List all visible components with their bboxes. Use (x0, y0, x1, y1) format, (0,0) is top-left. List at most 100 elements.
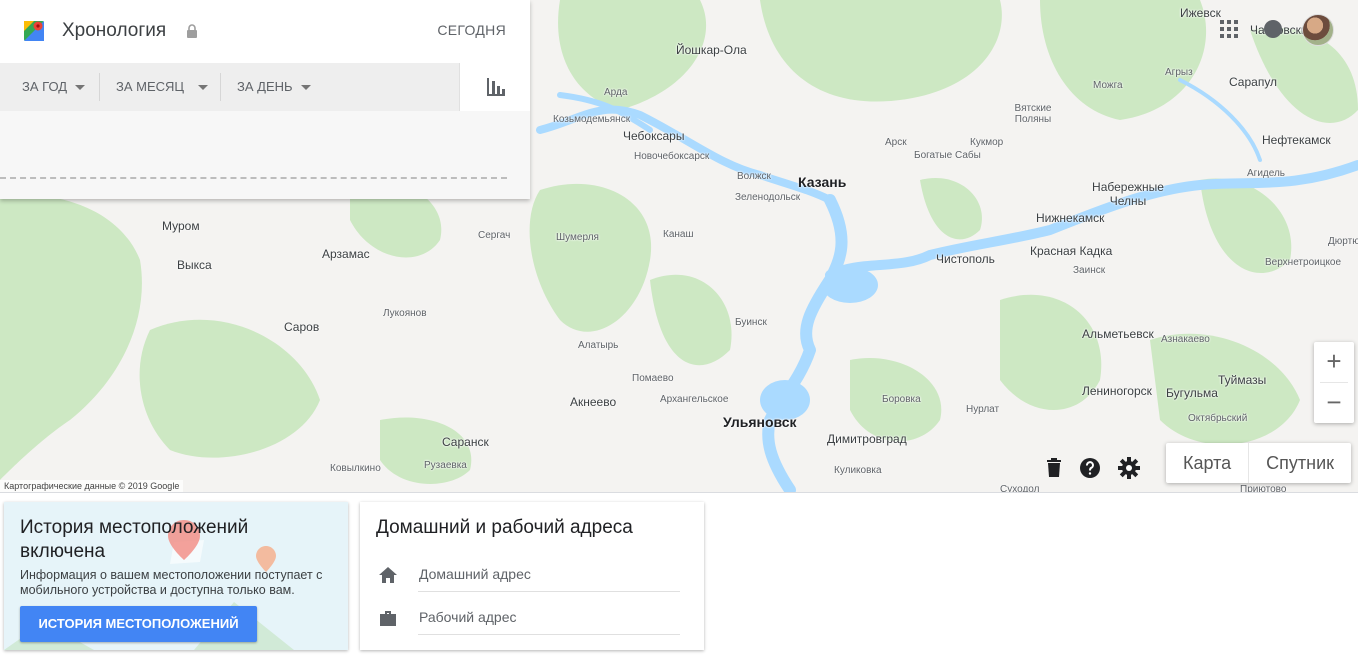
city-label: Лукоянов (383, 308, 427, 319)
city-label: Казань (798, 174, 847, 190)
city-label: Ковылкино (330, 463, 381, 474)
city-label: Сарапул (1229, 75, 1278, 89)
map-type-satellite-button[interactable]: Спутник (1248, 443, 1351, 483)
city-label: Азнакаево (1161, 334, 1210, 345)
zoom-out-button[interactable]: − (1314, 383, 1354, 423)
city-label: Дюртю (1328, 236, 1358, 247)
city-label: Лениногорск (1082, 384, 1152, 398)
city-label: Бугульма (1166, 386, 1218, 400)
city-label: Димитровград (827, 432, 907, 446)
city-label: Саранск (442, 435, 489, 449)
settings-icon[interactable] (1117, 456, 1141, 480)
history-card-title: История местоположений включена (20, 517, 249, 562)
chevron-down-icon (300, 85, 311, 91)
apps-grid-icon[interactable] (1220, 20, 1238, 38)
city-label: Нефтекамск (1262, 133, 1331, 147)
divider (418, 591, 680, 592)
panel-header: Хронология СЕГОДНЯ (0, 0, 530, 63)
city-label: Арзамас (322, 247, 370, 261)
city-label: Рузаевка (424, 460, 467, 471)
city-label: Агидель (1247, 168, 1286, 179)
city-label: Приютово (1240, 484, 1287, 492)
zoom-in-button[interactable]: + (1314, 342, 1354, 382)
date-filters: ЗА ГОД ЗА МЕСЯЦ ЗА ДЕНЬ (0, 63, 459, 111)
city-label: Вятские Поляны (1014, 103, 1052, 125)
map-type-map-button[interactable]: Карта (1166, 443, 1248, 483)
city-label: Ижевск (1180, 6, 1221, 20)
lock-icon (187, 24, 197, 38)
month-filter[interactable]: ЗА МЕСЯЦ (116, 79, 209, 94)
timeline-baseline (0, 177, 507, 179)
zoom-control: + − (1314, 342, 1354, 423)
help-icon[interactable] (1078, 456, 1102, 480)
location-history-button[interactable]: ИСТОРИЯ МЕСТОПОЛОЖЕНИЙ (20, 606, 257, 642)
year-filter[interactable]: ЗА ГОД (22, 79, 86, 94)
city-label: Выкса (177, 258, 212, 272)
city-label: Алатырь (578, 340, 619, 351)
work-address-label: Рабочий адрес (419, 609, 517, 625)
work-address-row[interactable]: Рабочий адрес (360, 598, 704, 638)
maps-logo-icon (24, 21, 44, 41)
city-label: Канаш (663, 229, 694, 240)
city-label: Заинск (1073, 265, 1106, 276)
bar-chart-icon (487, 78, 505, 96)
chevron-down-icon (75, 85, 86, 91)
location-history-card: История местоположений включена Информац… (4, 502, 348, 650)
map-attribution: Картографические данные © 2019 Google (0, 480, 184, 492)
city-label: Козьмодемьянск (553, 114, 631, 125)
city-label: Богатые Сабы (914, 150, 981, 161)
today-button[interactable]: СЕГОДНЯ (437, 22, 506, 38)
city-label: Зеленодольск (735, 192, 801, 203)
city-label: Куликовка (834, 465, 882, 476)
divider (220, 73, 221, 101)
city-label: Нурлат (966, 404, 1000, 415)
addresses-card: Домашний и рабочий адреса Домашний адрес… (360, 502, 704, 650)
avatar[interactable] (1302, 14, 1334, 46)
month-filter-label: ЗА МЕСЯЦ (116, 79, 185, 94)
city-label: Альметьевск (1082, 327, 1154, 341)
home-icon (379, 567, 397, 583)
history-card-text: Информация о вашем местоположении поступ… (20, 568, 323, 597)
chart-toggle-button[interactable] (459, 63, 530, 111)
city-label: Верхнетроицкое (1265, 257, 1342, 268)
trash-icon[interactable] (1042, 456, 1066, 480)
city-label: Новочебоксарск (634, 151, 710, 162)
city-label: Набережные Челны (1092, 180, 1164, 208)
city-label: Йошкар-Ола (676, 43, 747, 57)
city-label: Можга (1093, 80, 1123, 91)
divider (418, 634, 680, 635)
city-label: Чистополь (936, 252, 995, 266)
city-label: Нижнекамск (1036, 211, 1105, 225)
city-label: Акнеево (570, 395, 617, 409)
timeline-chart-area (0, 111, 530, 199)
city-label: Арда (604, 87, 628, 98)
city-label: Арск (885, 137, 907, 148)
bottom-panel: История местоположений включена Информац… (0, 492, 1358, 656)
city-label: Буинск (735, 317, 767, 328)
city-label: Шумерля (556, 232, 599, 243)
city-label: Кукмор (970, 137, 1004, 148)
home-address-label: Домашний адрес (419, 566, 531, 582)
account-icon[interactable] (1264, 20, 1282, 38)
day-filter[interactable]: ЗА ДЕНЬ (237, 79, 311, 94)
city-label: Волжск (737, 171, 771, 182)
city-label: Муром (162, 219, 200, 233)
city-label: Суходол (1000, 484, 1040, 492)
timeline-panel: Хронология СЕГОДНЯ ЗА ГОД ЗА МЕСЯЦ ЗА ДЕ… (0, 0, 530, 199)
city-label: Октябрьский (1188, 413, 1248, 424)
city-label: Красная Кадка (1030, 244, 1113, 258)
briefcase-icon (380, 611, 396, 626)
page-title: Хронология (62, 20, 167, 41)
city-label: Сергач (478, 230, 511, 241)
city-label: Ульяновск (723, 414, 797, 430)
year-filter-label: ЗА ГОД (22, 79, 68, 94)
city-label: Чебоксары (623, 129, 685, 143)
addresses-card-title: Домашний и рабочий адреса (376, 517, 633, 538)
home-address-row[interactable]: Домашний адрес (360, 555, 704, 595)
city-label: Саров (284, 320, 320, 334)
city-label: Боровка (882, 394, 921, 405)
day-filter-label: ЗА ДЕНЬ (237, 79, 293, 94)
divider (99, 73, 100, 101)
city-label: Туймазы (1218, 373, 1267, 387)
city-label: Агрыз (1165, 67, 1193, 78)
